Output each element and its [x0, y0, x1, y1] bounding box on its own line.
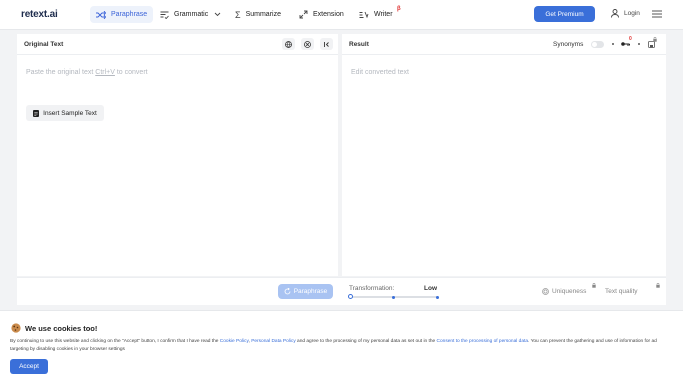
result-title: Result — [349, 41, 369, 48]
synonyms-toggle[interactable] — [591, 41, 604, 48]
transformation-slider[interactable] — [348, 294, 439, 299]
original-text-input[interactable]: Paste the original text Ctrl+V to conver… — [26, 69, 148, 76]
cookie-title: We use cookies too! — [25, 323, 98, 333]
refresh-icon — [284, 288, 291, 295]
nav-summarize[interactable]: Σ Summarize — [229, 6, 287, 23]
nav-writer-label: Writer — [374, 11, 393, 18]
nav-extension[interactable]: Extension — [293, 6, 350, 23]
separator-dot — [638, 43, 640, 45]
grammar-icon — [160, 11, 169, 19]
cookie-policy-link[interactable]: Cookie Policy — [220, 339, 249, 344]
lock-icon — [653, 37, 657, 42]
close-circle-icon — [304, 40, 311, 48]
cookie-text-part: By continuing to use this website and cl… — [10, 339, 220, 344]
synonyms-label: Synonyms — [553, 41, 584, 48]
cookie-text-part: and agree to the processing of my person… — [295, 339, 437, 344]
clear-button[interactable] — [301, 38, 314, 50]
logo[interactable]: retext.ai — [21, 9, 58, 20]
nav-grammatic[interactable]: Grammatic — [154, 6, 227, 23]
lock-icon — [656, 283, 660, 288]
lock-icon — [592, 283, 596, 288]
slider-step-dot — [392, 295, 395, 299]
user-icon — [611, 9, 619, 18]
result-header: Result Synonyms 0 — [342, 34, 666, 55]
insert-sample-label: Insert Sample Text — [43, 109, 97, 117]
expand-icon — [299, 10, 308, 19]
action-bar: Paraphrase Transformation: Low Uniquenes… — [17, 277, 666, 305]
nav-extension-label: Extension — [313, 11, 344, 18]
menu-icon[interactable] — [652, 10, 662, 18]
slider-knob[interactable] — [348, 294, 353, 299]
cookie-banner: We use cookies too! By continuing to use… — [0, 310, 683, 384]
nav-writer[interactable]: Writer — [353, 6, 399, 23]
original-text-title: Original Text — [24, 41, 64, 48]
globe-icon — [285, 40, 292, 48]
personal-data-policy-link[interactable]: Personal Data Policy — [251, 339, 296, 344]
shuffle-icon — [96, 10, 106, 19]
chevron-down-icon — [214, 12, 221, 17]
result-panel: Result Synonyms 0 Edit converted text — [342, 34, 666, 276]
accept-cookies-button[interactable]: Accept — [10, 359, 48, 374]
paraphrase-button-label: Paraphrase — [293, 288, 328, 295]
sigma-icon: Σ — [235, 9, 241, 20]
writer-icon — [359, 11, 369, 18]
paraphrase-button[interactable]: Paraphrase — [278, 284, 333, 299]
consent-link[interactable]: Consent to the processing of personal da… — [437, 339, 528, 344]
transformation-value: Low — [424, 285, 437, 292]
nav-grammatic-label: Grammatic — [174, 11, 209, 18]
language-button[interactable] — [282, 38, 295, 50]
login-label: Login — [624, 10, 640, 17]
document-icon — [33, 109, 40, 117]
result-text-output[interactable]: Edit converted text — [351, 69, 409, 76]
original-text-panel: Original Text Paste the original text Ct… — [17, 34, 338, 276]
cookie-title-row: We use cookies too! — [11, 323, 97, 333]
cookie-icon — [11, 323, 21, 333]
original-text-header: Original Text — [17, 34, 338, 55]
beta-badge: β — [397, 6, 401, 12]
cookie-text: By continuing to use this website and cl… — [10, 338, 670, 354]
save-icon[interactable] — [648, 41, 655, 48]
fingerprint-icon — [542, 288, 549, 295]
nav-summarize-label: Summarize — [245, 11, 281, 18]
transformation-label: Transformation: — [349, 285, 395, 292]
collapse-button[interactable] — [320, 38, 333, 50]
get-premium-button[interactable]: Get Premium — [534, 6, 595, 22]
separator-dot — [612, 43, 614, 45]
nav-paraphrase[interactable]: Paraphrase — [90, 6, 154, 23]
collapse-left-icon — [324, 41, 329, 47]
insert-sample-text-button[interactable]: Insert Sample Text — [26, 105, 104, 121]
text-quality-indicator[interactable]: Text quality — [605, 288, 638, 295]
nav-paraphrase-label: Paraphrase — [111, 11, 148, 18]
login-button[interactable]: Login — [611, 9, 640, 18]
slider-step-dot — [436, 295, 439, 299]
placeholder-shortcut: Ctrl+V — [95, 69, 115, 76]
uniqueness-label: Uniqueness — [552, 288, 587, 295]
placeholder-prefix: Paste the original text — [26, 69, 96, 76]
notification-badge: 0 — [629, 36, 632, 42]
uniqueness-indicator[interactable]: Uniqueness — [542, 288, 586, 295]
placeholder-suffix: to convert — [114, 69, 148, 76]
top-navigation-bar: retext.ai Paraphrase Grammatic Σ Summari… — [0, 0, 683, 30]
